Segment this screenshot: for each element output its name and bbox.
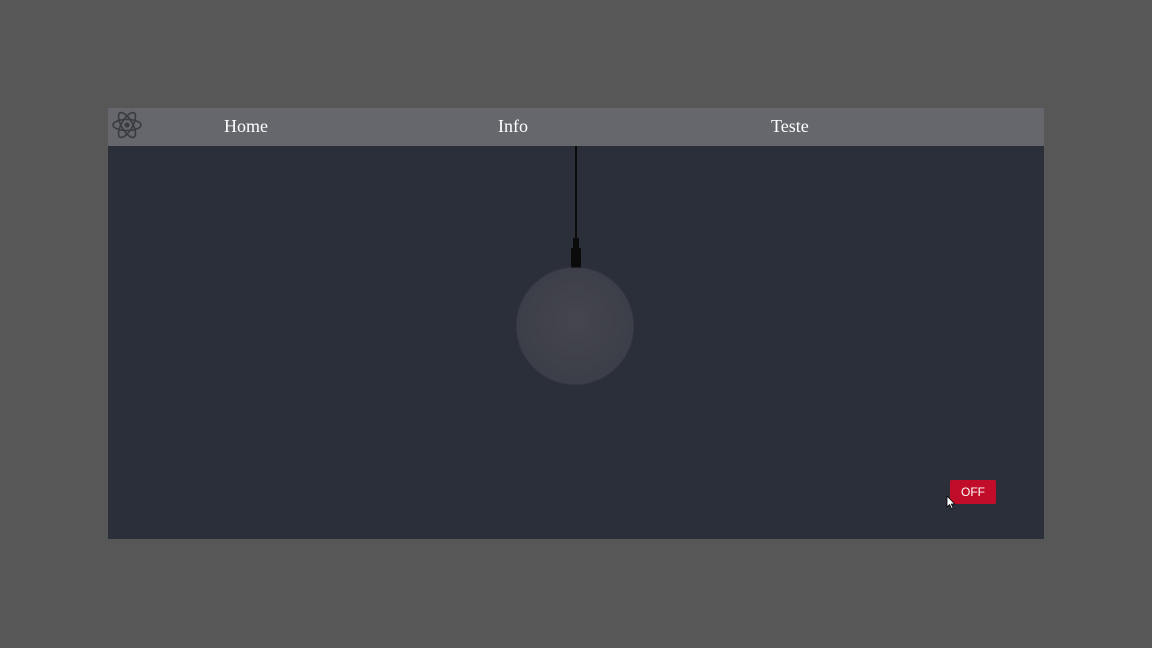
lamp-bulb: [518, 269, 632, 383]
nav-link-home[interactable]: Home: [224, 115, 268, 137]
atom-icon[interactable]: [110, 108, 144, 142]
navbar: Home Info Teste: [108, 108, 1044, 146]
lamp-socket: [571, 248, 581, 268]
mouse-pointer-icon: [946, 495, 956, 511]
light-toggle-button[interactable]: OFF: [950, 480, 996, 504]
lamp-socket-cap: [573, 238, 579, 248]
app-window: Home Info Teste OFF: [108, 108, 1044, 539]
lamp-cord: [575, 146, 577, 238]
nav-link-teste[interactable]: Teste: [771, 115, 809, 137]
nav-link-info[interactable]: Info: [498, 115, 528, 137]
